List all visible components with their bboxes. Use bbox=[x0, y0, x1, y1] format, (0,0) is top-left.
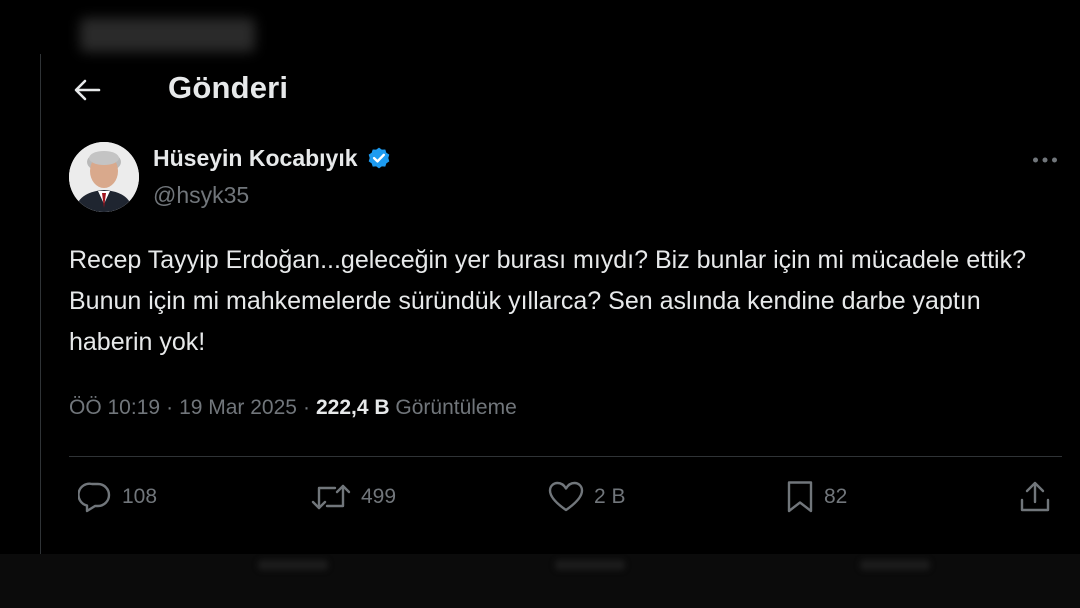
meta-separator: · bbox=[302, 396, 310, 419]
verified-badge-icon bbox=[368, 147, 389, 168]
bottom-strip bbox=[0, 554, 1080, 608]
bookmark-button[interactable]: 82 bbox=[786, 479, 847, 515]
views-label: Görüntüleme bbox=[395, 396, 517, 419]
tweet-time[interactable]: ÖÖ 10:19 bbox=[69, 396, 160, 419]
like-button[interactable]: 2 B bbox=[548, 479, 626, 515]
reply-icon bbox=[78, 482, 111, 513]
arrow-left-icon bbox=[74, 79, 101, 101]
heart-icon bbox=[548, 481, 584, 512]
avatar-image bbox=[69, 142, 139, 212]
like-count: 2 B bbox=[594, 485, 626, 508]
repost-icon bbox=[311, 484, 351, 510]
back-button[interactable] bbox=[70, 74, 104, 106]
views-count: 222,4 B bbox=[315, 396, 390, 419]
share-icon bbox=[1020, 481, 1050, 512]
author-handle[interactable]: @hsyk35 bbox=[153, 182, 249, 209]
more-options-button[interactable] bbox=[1030, 150, 1060, 170]
blurred-header-text bbox=[80, 18, 255, 52]
repost-count: 499 bbox=[361, 485, 397, 508]
tweet-meta: ÖÖ 10:19 · 19 Mar 2025 · 222,4 B Görüntüleme bbox=[69, 396, 517, 420]
tweet-date[interactable]: 19 Mar 2025 bbox=[179, 396, 297, 419]
page-title: Gönderi bbox=[168, 70, 289, 105]
divider bbox=[69, 456, 1062, 457]
more-horizontal-icon bbox=[1033, 157, 1057, 163]
avatar[interactable] bbox=[69, 142, 139, 212]
reply-button[interactable]: 108 bbox=[78, 479, 157, 515]
tweet-text: Recep Tayyip Erdoğan...geleceğin yer bur… bbox=[69, 246, 1026, 356]
share-button[interactable] bbox=[1019, 479, 1051, 515]
bookmark-icon bbox=[787, 481, 813, 513]
author-name-text: Hüseyin Kocabıyık bbox=[153, 145, 358, 171]
bookmark-count: 82 bbox=[824, 485, 848, 508]
meta-separator: · bbox=[166, 396, 174, 419]
author-name[interactable]: Hüseyin Kocabıyık bbox=[153, 145, 392, 172]
repost-button[interactable]: 499 bbox=[311, 479, 396, 515]
column-border bbox=[40, 54, 41, 554]
reply-count: 108 bbox=[122, 485, 158, 508]
